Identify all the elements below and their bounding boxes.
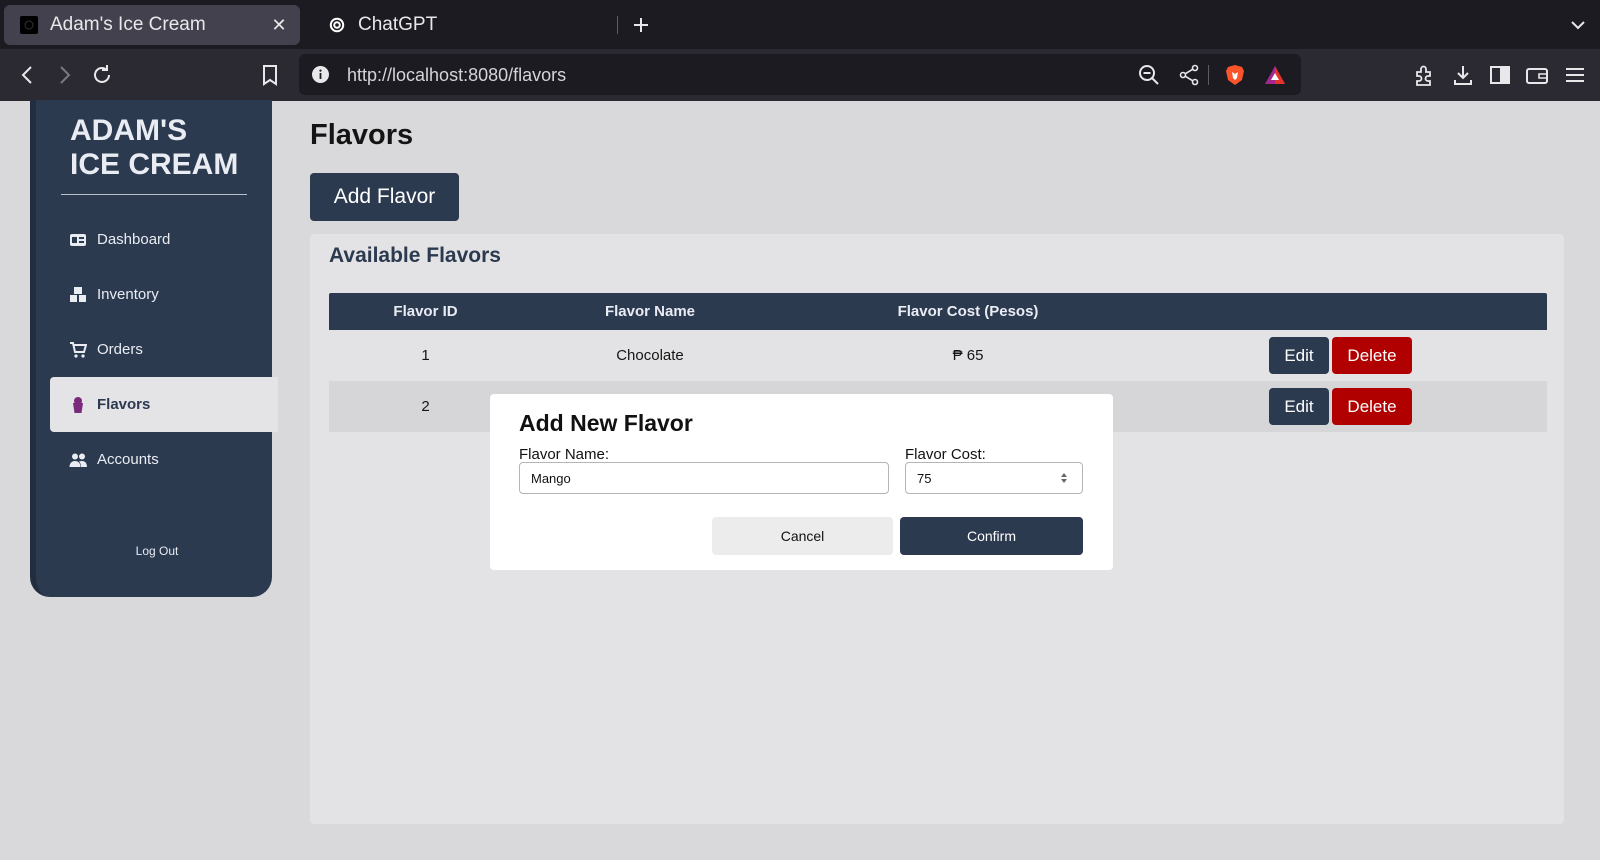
delete-button[interactable]: Delete xyxy=(1332,388,1412,425)
sidebar-item-label: Inventory xyxy=(97,286,159,303)
edit-button[interactable]: Edit xyxy=(1269,388,1329,425)
site-favicon-icon xyxy=(20,16,38,34)
sidebar-item-flavors[interactable]: Flavors xyxy=(50,377,278,432)
brand-divider xyxy=(61,194,247,195)
cart-icon xyxy=(69,341,87,359)
tab-chatgpt[interactable]: ChatGPT xyxy=(312,5,618,45)
browser-tab-bar: Adam's Ice Cream ✕ ChatGPT xyxy=(0,0,1600,49)
tab-list-chevron-down-icon[interactable] xyxy=(1566,14,1590,36)
flavor-cost-input[interactable]: 75 xyxy=(905,462,1083,494)
sidebar: ADAM'S ICE CREAM Dashboard Inventory Ord… xyxy=(30,100,278,597)
confirm-button[interactable]: Confirm xyxy=(900,517,1083,555)
tab-title: ChatGPT xyxy=(358,14,438,35)
table-header: Flavor ID Flavor Name Flavor Cost (Pesos… xyxy=(329,293,1547,330)
sidebar-item-label: Accounts xyxy=(97,451,159,468)
add-flavor-modal: Add New Flavor Flavor Name: Mango Flavor… xyxy=(490,394,1113,570)
column-header-actions xyxy=(1158,293,1547,330)
sidebar-item-label: Flavors xyxy=(97,396,151,413)
menu-icon[interactable] xyxy=(1562,62,1588,88)
flavor-name-input[interactable]: Mango xyxy=(519,462,889,494)
edit-button[interactable]: Edit xyxy=(1269,337,1329,374)
card-title: Available Flavors xyxy=(329,244,501,267)
browser-toolbar: http://localhost:8080/flavors xyxy=(0,49,1600,101)
boxes-icon xyxy=(69,286,87,304)
cell-name: Chocolate xyxy=(616,347,684,364)
tab-title: Adam's Ice Cream xyxy=(50,14,206,35)
cell-actions: Edit Delete xyxy=(1158,330,1547,381)
delete-button[interactable]: Delete xyxy=(1332,337,1412,374)
sidebar-item-orders[interactable]: Orders xyxy=(50,322,278,377)
cell-id: 1 xyxy=(421,347,430,364)
flavor-cost-value: 75 xyxy=(917,470,932,486)
column-header-cost: Flavor Cost (Pesos) xyxy=(897,303,1039,320)
column-header-id: Flavor ID xyxy=(393,303,458,320)
brand-line-2: ICE CREAM xyxy=(70,148,239,181)
downloads-icon[interactable] xyxy=(1450,62,1476,88)
tab-separator xyxy=(617,16,618,34)
tab-adams-ice-cream[interactable]: Adam's Ice Cream ✕ xyxy=(4,5,300,45)
add-flavor-button[interactable]: Add Flavor xyxy=(310,173,459,221)
forward-icon[interactable] xyxy=(50,61,78,89)
brand-line-1: ADAM'S xyxy=(70,114,188,147)
chatgpt-favicon-icon xyxy=(328,16,346,34)
spinner-arrows-icon[interactable] xyxy=(1060,471,1068,485)
sidebar-item-dashboard[interactable]: Dashboard xyxy=(50,212,278,267)
cell-actions: Edit Delete xyxy=(1158,381,1547,432)
ice-cream-icon xyxy=(69,396,87,414)
back-icon[interactable] xyxy=(14,61,42,89)
url-text[interactable]: http://localhost:8080/flavors xyxy=(347,65,566,86)
zoom-out-icon[interactable] xyxy=(1137,63,1161,87)
share-icon[interactable] xyxy=(1177,63,1201,87)
flavor-cost-label: Flavor Cost: xyxy=(905,446,986,463)
sidebar-item-accounts[interactable]: Accounts xyxy=(50,432,278,487)
logout-link[interactable]: Log Out xyxy=(36,544,278,558)
column-header-name: Flavor Name xyxy=(604,303,696,320)
cell-cost: ₱ 65 xyxy=(952,347,984,364)
cancel-button[interactable]: Cancel xyxy=(712,517,893,555)
brave-rewards-icon[interactable] xyxy=(1263,63,1287,87)
sidebar-item-label: Dashboard xyxy=(97,231,171,248)
sidebar-toggle-icon[interactable] xyxy=(1487,62,1513,88)
wallet-icon[interactable] xyxy=(1524,62,1550,88)
sidebar-item-label: Orders xyxy=(97,341,143,358)
brand-logo: ADAM'S ICE CREAM xyxy=(70,114,270,182)
bookmark-icon[interactable] xyxy=(256,61,284,89)
extensions-icon[interactable] xyxy=(1412,62,1438,88)
page-title: Flavors xyxy=(310,119,414,151)
dashboard-icon xyxy=(69,231,87,249)
users-icon xyxy=(69,451,87,469)
address-bar[interactable]: http://localhost:8080/flavors xyxy=(299,54,1301,95)
modal-title: Add New Flavor xyxy=(519,410,693,436)
site-info-icon[interactable] xyxy=(311,65,330,84)
url-separator xyxy=(1208,65,1209,85)
tab-close-icon[interactable]: ✕ xyxy=(266,15,292,36)
brave-shields-icon[interactable] xyxy=(1223,63,1247,87)
sidebar-item-inventory[interactable]: Inventory xyxy=(50,267,278,322)
table-row: 1 Chocolate ₱ 65 Edit Delete xyxy=(329,330,1547,381)
new-tab-icon[interactable] xyxy=(628,12,654,38)
reload-icon[interactable] xyxy=(88,61,116,89)
flavor-name-label: Flavor Name: xyxy=(519,446,610,463)
